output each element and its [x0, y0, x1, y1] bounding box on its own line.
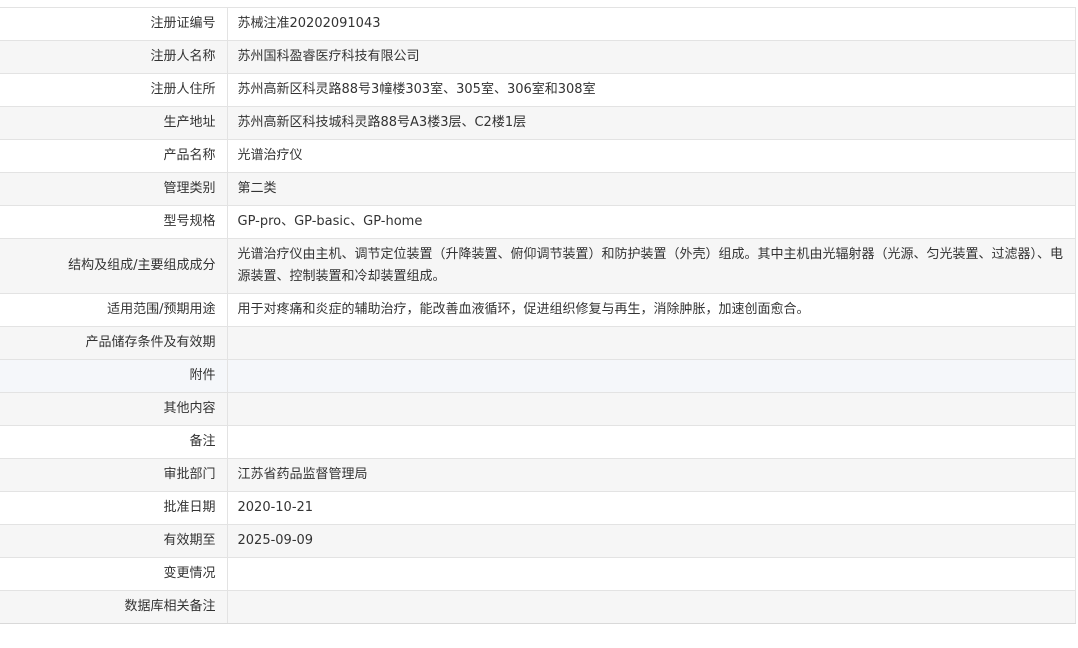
- row-label: 产品名称: [0, 139, 228, 173]
- row-label: 管理类别: [0, 172, 228, 206]
- row-label: 生产地址: [0, 106, 228, 140]
- row-label: 变更情况: [0, 557, 228, 591]
- table-row: 备注: [0, 425, 1076, 459]
- row-value: 苏州高新区科灵路88号3幢楼303室、305室、306室和308室: [227, 73, 1076, 107]
- row-label: 注册人住所: [0, 73, 228, 107]
- table-row: 其他内容: [0, 392, 1076, 426]
- row-label: 型号规格: [0, 205, 228, 239]
- row-label: 注册人名称: [0, 40, 228, 74]
- row-label: 产品储存条件及有效期: [0, 326, 228, 360]
- table-row: 管理类别 第二类: [0, 172, 1076, 206]
- row-label: 审批部门: [0, 458, 228, 492]
- table-row: 注册人住所 苏州高新区科灵路88号3幢楼303室、305室、306室和308室: [0, 73, 1076, 107]
- row-value: [227, 557, 1076, 591]
- table-row: 注册人名称 苏州国科盈睿医疗科技有限公司: [0, 40, 1076, 74]
- row-label: 其他内容: [0, 392, 228, 426]
- row-value: [227, 392, 1076, 426]
- row-label: 结构及组成/主要组成成分: [0, 238, 228, 294]
- table-row: 生产地址 苏州高新区科技城科灵路88号A3楼3层、C2楼1层: [0, 106, 1076, 140]
- row-label: 附件: [0, 359, 228, 393]
- row-label: 备注: [0, 425, 228, 459]
- row-value: GP-pro、GP-basic、GP-home: [227, 205, 1076, 239]
- table-row: 附件: [0, 359, 1076, 393]
- row-value: [227, 590, 1076, 624]
- table-row: 产品名称 光谱治疗仪: [0, 139, 1076, 173]
- row-label: 数据库相关备注: [0, 590, 228, 624]
- table-row: 有效期至 2025-09-09: [0, 524, 1076, 558]
- row-label: 注册证编号: [0, 7, 228, 41]
- row-value: [227, 359, 1076, 393]
- table-row: 型号规格 GP-pro、GP-basic、GP-home: [0, 205, 1076, 239]
- row-label: 适用范围/预期用途: [0, 293, 228, 327]
- row-value: 光谱治疗仪: [227, 139, 1076, 173]
- table-row: 审批部门 江苏省药品监督管理局: [0, 458, 1076, 492]
- row-value: 苏州高新区科技城科灵路88号A3楼3层、C2楼1层: [227, 106, 1076, 140]
- table-row: 批准日期 2020-10-21: [0, 491, 1076, 525]
- table-row: 适用范围/预期用途 用于对疼痛和炎症的辅助治疗，能改善血液循环，促进组织修复与再…: [0, 293, 1076, 327]
- row-value: [227, 326, 1076, 360]
- row-value: 苏州国科盈睿医疗科技有限公司: [227, 40, 1076, 74]
- table-row: 结构及组成/主要组成成分 光谱治疗仪由主机、调节定位装置（升降装置、俯仰调节装置…: [0, 238, 1076, 294]
- row-value: 用于对疼痛和炎症的辅助治疗，能改善血液循环，促进组织修复与再生，消除肿胀，加速创…: [227, 293, 1076, 327]
- row-label: 批准日期: [0, 491, 228, 525]
- table-row: 变更情况: [0, 557, 1076, 591]
- row-label: 有效期至: [0, 524, 228, 558]
- row-value: 苏械注准20202091043: [227, 7, 1076, 41]
- row-value: 2020-10-21: [227, 491, 1076, 525]
- table-row: 注册证编号 苏械注准20202091043: [0, 7, 1076, 41]
- registration-detail-table: 注册证编号 苏械注准20202091043 注册人名称 苏州国科盈睿医疗科技有限…: [0, 7, 1076, 624]
- row-value: 光谱治疗仪由主机、调节定位装置（升降装置、俯仰调节装置）和防护装置（外壳）组成。…: [227, 238, 1076, 294]
- row-value: 2025-09-09: [227, 524, 1076, 558]
- row-value: 江苏省药品监督管理局: [227, 458, 1076, 492]
- table-row: 产品储存条件及有效期: [0, 326, 1076, 360]
- table-row: 数据库相关备注: [0, 590, 1076, 624]
- row-value: 第二类: [227, 172, 1076, 206]
- row-value: [227, 425, 1076, 459]
